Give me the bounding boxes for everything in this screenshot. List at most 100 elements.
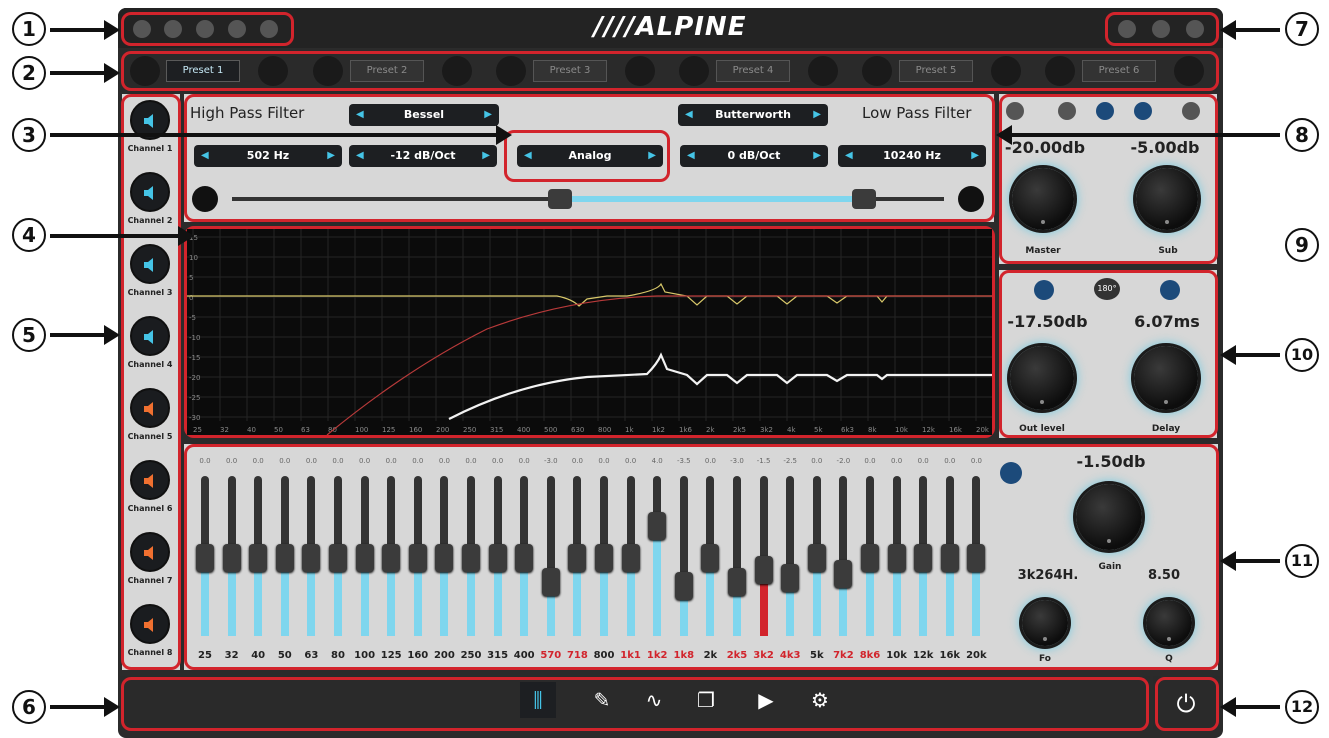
eq-fo-knob[interactable]: [1022, 600, 1068, 646]
eq-slider-handle[interactable]: [595, 544, 613, 572]
eq-slider-handle[interactable]: [887, 544, 906, 572]
signal-flow-icon[interactable]: ▶: [748, 682, 784, 718]
eq-slider-handle[interactable]: [408, 544, 427, 572]
lock-icon[interactable]: [1182, 102, 1200, 120]
eq-band-value: -2.5: [783, 457, 798, 465]
preset-dot[interactable]: [442, 56, 472, 86]
loudness-icon[interactable]: [1134, 102, 1152, 120]
eq-slider-handle[interactable]: [674, 572, 693, 600]
eq-slider-handle[interactable]: [196, 544, 214, 572]
power-icon[interactable]: ⏻: [1170, 688, 1202, 720]
volume-icon[interactable]: [1096, 102, 1114, 120]
preset-3-button[interactable]: Preset 3: [533, 60, 607, 82]
sub-knob[interactable]: [1136, 168, 1198, 230]
pen-icon[interactable]: [133, 20, 151, 38]
bolt-icon[interactable]: [260, 20, 278, 38]
preset-dot[interactable]: [625, 56, 655, 86]
speaker-icon[interactable]: [1006, 102, 1024, 120]
channel-5-button[interactable]: [130, 388, 170, 428]
wifi-icon[interactable]: [1118, 20, 1136, 38]
eq-slider-handle[interactable]: [807, 544, 826, 572]
eq-settings-icon[interactable]: [1000, 462, 1022, 484]
preset-dot[interactable]: [679, 56, 709, 86]
eq-slider-handle[interactable]: [302, 544, 321, 572]
eq-slider-handle[interactable]: [648, 512, 667, 540]
mode-selector[interactable]: ◀ Analog ▶: [517, 145, 663, 167]
curve-icon[interactable]: ∿: [636, 682, 672, 718]
phone-icon[interactable]: [1186, 20, 1204, 38]
crossover-right-button[interactable]: [958, 186, 984, 212]
hp-slope-selector[interactable]: ◀ -12 dB/Oct ▶: [349, 145, 497, 167]
eq-slider-handle[interactable]: [754, 556, 773, 584]
preset-dot[interactable]: [496, 56, 526, 86]
channel-2-button[interactable]: [130, 172, 170, 212]
camera-icon[interactable]: [196, 20, 214, 38]
preset-6-button[interactable]: Preset 6: [1082, 60, 1156, 82]
eq-slider-handle[interactable]: [914, 544, 933, 572]
eq-band-frequency: 40: [251, 650, 266, 661]
channel-6-button[interactable]: [130, 460, 170, 500]
delay-mode-icon[interactable]: [1160, 280, 1180, 300]
eq-slider-handle[interactable]: [621, 544, 640, 572]
delay-knob[interactable]: [1134, 346, 1198, 410]
mute-icon[interactable]: [1034, 280, 1054, 300]
thermometer-icon[interactable]: [228, 20, 246, 38]
preset-dot[interactable]: [130, 56, 160, 86]
preset-dot[interactable]: [313, 56, 343, 86]
eq-slider-handle[interactable]: [275, 544, 294, 572]
eq-slider-handle[interactable]: [515, 544, 534, 572]
eq-slider-handle[interactable]: [541, 568, 560, 596]
lp-type-selector[interactable]: ◀ Butterworth ▶: [678, 104, 828, 126]
eq-slider-handle[interactable]: [940, 544, 959, 572]
hp-type-selector[interactable]: ◀ Bessel ▶: [349, 104, 499, 126]
eq-gain-knob[interactable]: [1076, 484, 1142, 550]
eq-slider-handle[interactable]: [781, 564, 800, 592]
hp-crossover-handle[interactable]: [548, 189, 572, 209]
preset-dot[interactable]: [258, 56, 288, 86]
channel-8-button[interactable]: [130, 604, 170, 644]
eq-slider-handle[interactable]: [834, 560, 853, 588]
eq-slider-handle[interactable]: [249, 544, 268, 572]
preset-4-button[interactable]: Preset 4: [716, 60, 790, 82]
lp-freq-selector[interactable]: ◀ 10240 Hz ▶: [838, 145, 986, 167]
eq-slider-handle[interactable]: [329, 544, 347, 572]
crossover-left-button[interactable]: [192, 186, 218, 212]
preset-2-button[interactable]: Preset 2: [350, 60, 424, 82]
eq-slider-handle[interactable]: [382, 544, 401, 572]
eq-slider-handle[interactable]: [568, 544, 587, 572]
phase-button[interactable]: 180°: [1094, 278, 1120, 300]
hp-freq-selector[interactable]: ◀ 502 Hz ▶: [194, 145, 342, 167]
preset-dot[interactable]: [991, 56, 1021, 86]
settings-icon[interactable]: ⚙: [802, 682, 838, 718]
master-knob[interactable]: [1012, 168, 1074, 230]
eq-slider-handle[interactable]: [462, 544, 480, 572]
eq-q-knob[interactable]: [1146, 600, 1192, 646]
eq-slider-handle[interactable]: [967, 544, 986, 572]
preset-dot[interactable]: [808, 56, 838, 86]
pen-icon[interactable]: ✎: [584, 682, 620, 718]
eq-slider-handle[interactable]: [861, 544, 879, 572]
out-level-knob[interactable]: [1010, 346, 1074, 410]
channel-4-button[interactable]: [130, 316, 170, 356]
lp-crossover-handle[interactable]: [852, 189, 876, 209]
lp-slope-selector[interactable]: ◀ 0 dB/Oct ▶: [680, 145, 828, 167]
eq-slider-handle[interactable]: [355, 544, 374, 572]
channel-3-button[interactable]: [130, 244, 170, 284]
headphone-icon[interactable]: [1058, 102, 1076, 120]
eq-slider-handle[interactable]: [488, 544, 507, 572]
eq-slider-handle[interactable]: [222, 544, 241, 572]
preset-dot[interactable]: [1174, 56, 1204, 86]
eq-band-value: 4.0: [651, 457, 663, 465]
preset-dot[interactable]: [1045, 56, 1075, 86]
speaker-icon[interactable]: [164, 20, 182, 38]
preset-dot[interactable]: [862, 56, 892, 86]
preset-1-button[interactable]: Preset 1: [166, 60, 240, 82]
eq-slider-handle[interactable]: [728, 568, 746, 596]
eq-slider-handle[interactable]: [435, 544, 454, 572]
copy-icon[interactable]: ❐: [688, 682, 724, 718]
eq-slider-handle[interactable]: [701, 544, 720, 572]
preset-5-button[interactable]: Preset 5: [899, 60, 973, 82]
eq-sliders-icon[interactable]: ⫼: [520, 682, 556, 718]
channel-7-button[interactable]: [130, 532, 170, 572]
headset-icon[interactable]: [1152, 20, 1170, 38]
